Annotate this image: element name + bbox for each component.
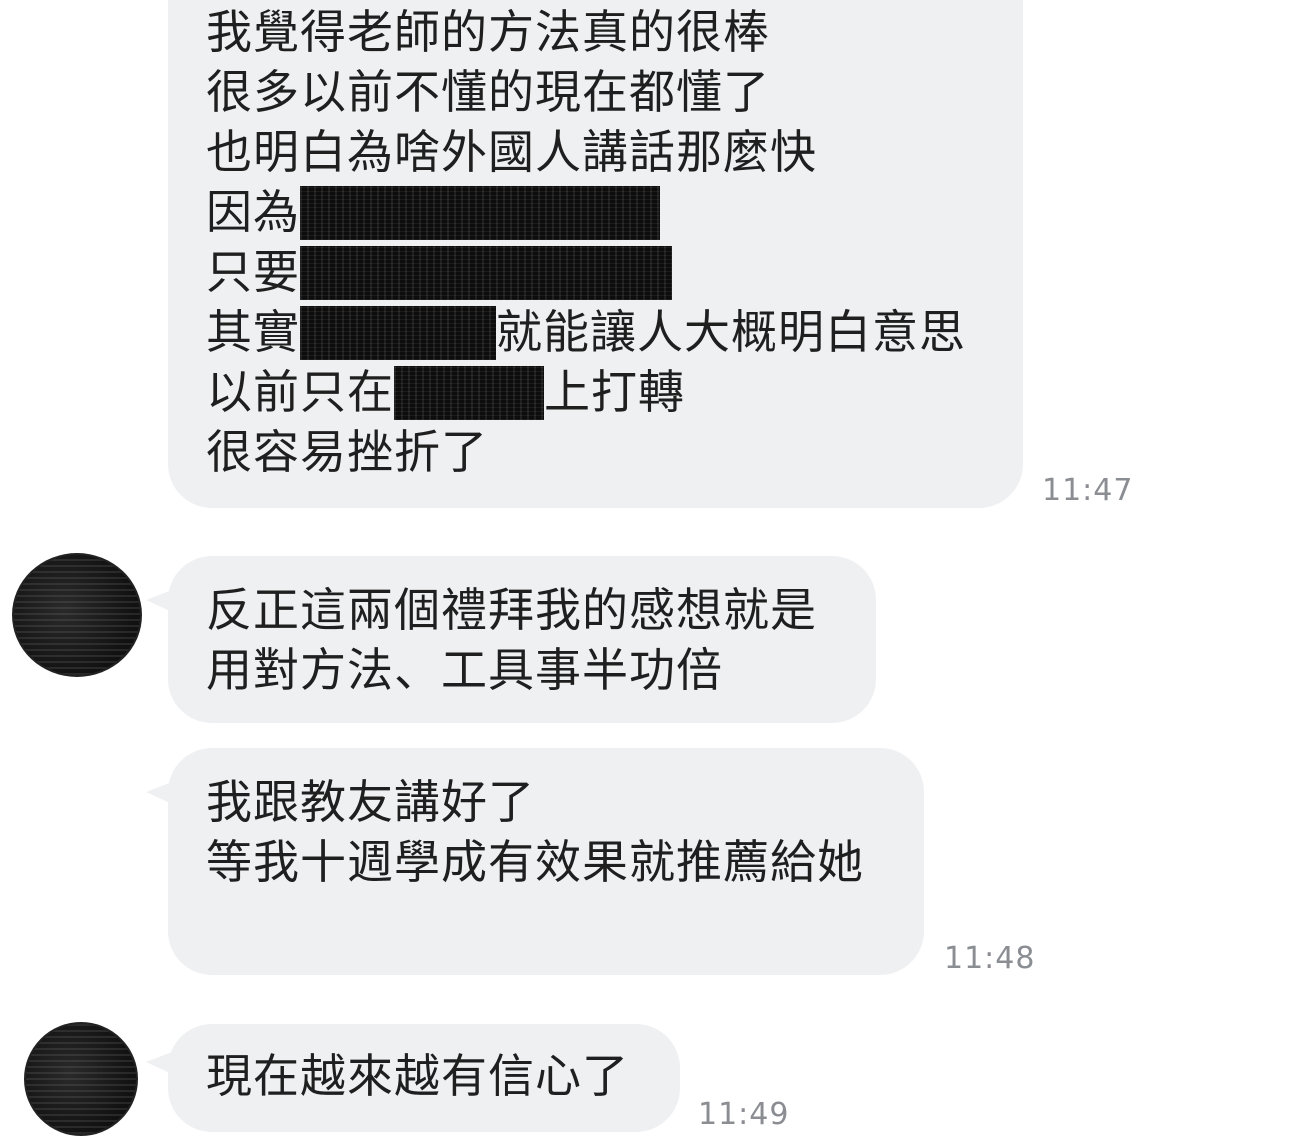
- message-timestamp: 11:49: [698, 1097, 790, 1132]
- bubble-tail: [146, 782, 172, 804]
- message-text-line: 以前只在 上打轉: [206, 365, 685, 420]
- message-text-line: 也明白為啥外國人講話那麼快: [206, 125, 817, 179]
- message-text-line: 很容易挫折了: [206, 425, 488, 479]
- message-text-line: 因為: [206, 182, 660, 242]
- redaction-block: [300, 245, 672, 300]
- message-text-line: 我跟教友講好了: [206, 775, 535, 829]
- message-timestamp: 11:48: [944, 941, 1036, 976]
- message-timestamp: 11:47: [1042, 473, 1134, 508]
- redaction-block: [300, 305, 496, 360]
- message-bubble[interactable]: 現在越來越有信心了: [146, 1024, 680, 1132]
- redaction-block: [300, 185, 660, 240]
- message-text-line: 只要: [206, 242, 672, 302]
- message-text-line: 其實 就能讓人大概明白意思: [206, 305, 966, 360]
- message-bubble[interactable]: 我跟教友講好了 等我十週學成有效果就推薦給她: [146, 748, 924, 975]
- bubble-tail: [146, 590, 172, 612]
- redaction-block: [394, 365, 544, 420]
- sender-avatar[interactable]: [24, 1022, 138, 1136]
- bubble-tail: [146, 1052, 172, 1074]
- message-text-line: 用對方法、工具事半功倍: [206, 643, 723, 697]
- message-text-line: 我覺得老師的方法真的很棒: [206, 5, 770, 59]
- message-text-line: 等我十週學成有效果就推薦給她: [206, 835, 864, 889]
- message-text-line: 很多以前不懂的現在都懂了: [206, 65, 770, 119]
- message-bubble[interactable]: 反正這兩個禮拜我的感想就是 用對方法、工具事半功倍: [146, 556, 876, 723]
- message-text-line: 反正這兩個禮拜我的感想就是: [206, 583, 817, 637]
- message-bubble[interactable]: 我覺得老師的方法真的很棒 很多以前不懂的現在都懂了 也明白為啥外國人講話那麼快 …: [168, 0, 1023, 508]
- message-text-line: 現在越來越有信心了: [206, 1049, 629, 1103]
- sender-avatar[interactable]: [12, 553, 142, 677]
